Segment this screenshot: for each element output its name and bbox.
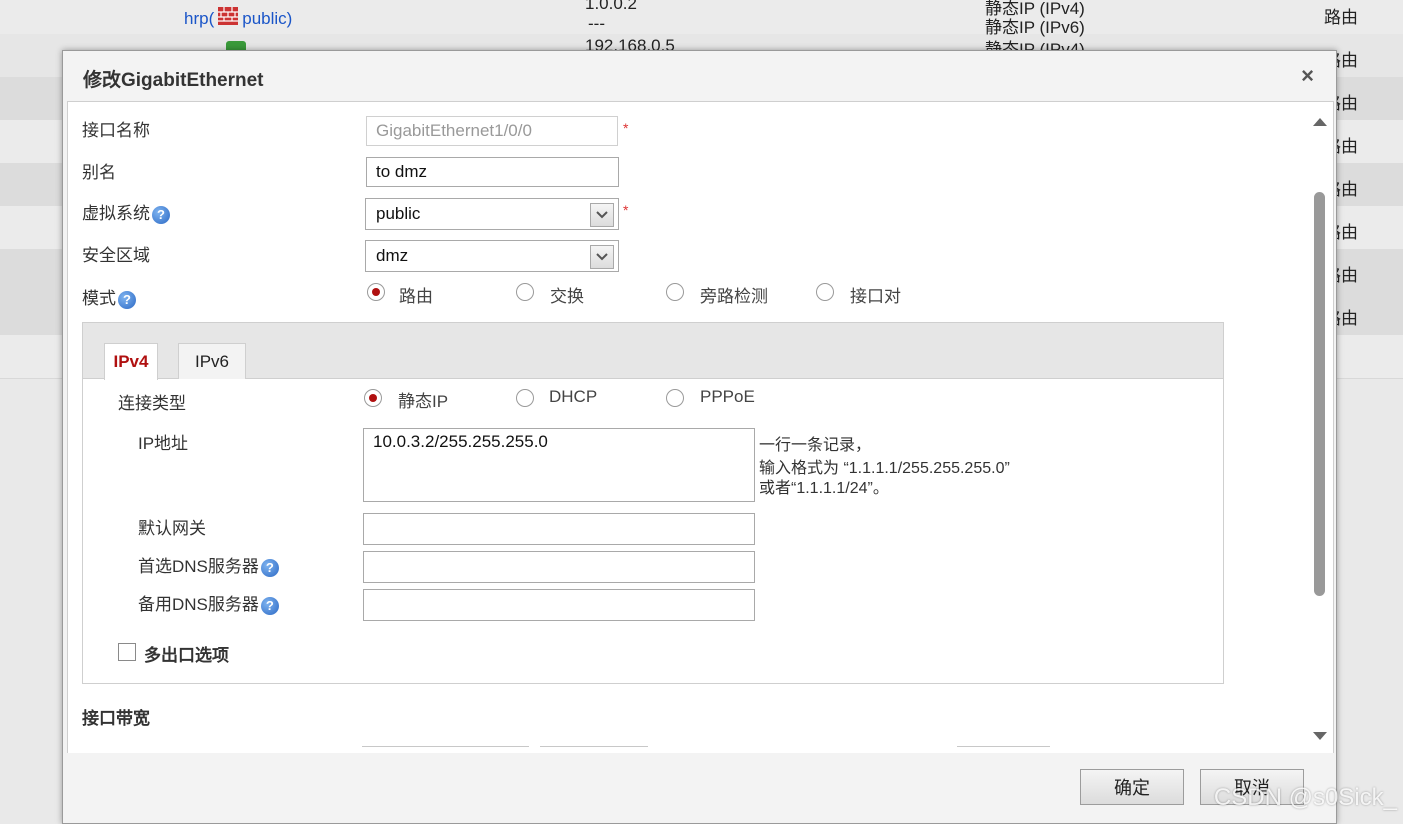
required-mark: * [623, 202, 629, 218]
conn-type-label: 连接类型 [118, 394, 186, 413]
vsys-select-value: public [376, 204, 421, 223]
dns2-field[interactable] [363, 589, 755, 621]
vsys-select[interactable]: public [365, 198, 619, 230]
ip-hint-line: 输入格式为 “1.1.1.1/255.255.255.0” [759, 460, 1010, 477]
gateway-label: 默认网关 [138, 519, 206, 538]
interface-link[interactable]: hrp( [184, 9, 214, 28]
mode-radio-switch[interactable] [516, 283, 534, 301]
zone-select[interactable]: dmz [365, 240, 619, 272]
mode-label: 模式? [82, 284, 136, 309]
bandwidth-input-edge [362, 746, 529, 747]
dns1-field[interactable] [363, 551, 755, 583]
mode-option-route[interactable]: 路由 [399, 282, 433, 307]
ok-button[interactable]: 确定 [1080, 769, 1184, 805]
bandwidth-section-title: 接口带宽 [82, 709, 150, 728]
scrollbar-thumb[interactable] [1314, 192, 1325, 596]
ip-config-panel: IPv4 IPv6 连接类型 静态IP DHCP PPPoE IP地址 10.0… [82, 322, 1224, 684]
scroll-down-icon[interactable] [1313, 732, 1327, 740]
dns1-label: 首选DNS服务器? [138, 552, 279, 577]
watermark: CSDN @s0Sick_ [1213, 784, 1397, 811]
chevron-down-icon[interactable] [590, 203, 614, 227]
mode-radio-bypass[interactable] [666, 283, 684, 301]
tab-bar: IPv4 IPv6 [83, 323, 1223, 380]
tab-ipv6[interactable]: IPv6 [178, 343, 246, 379]
conn-option-pppoe[interactable]: PPPoE [700, 387, 755, 407]
help-icon[interactable]: ? [260, 596, 279, 615]
dialog-body: 接口名称 * 别名 虚拟系统? public * 安全区域 dmz 模式? 路由… [67, 101, 1334, 755]
help-icon[interactable]: ? [260, 558, 279, 577]
interface-name-field [366, 116, 618, 146]
mode-radio-pair[interactable] [816, 283, 834, 301]
dns2-label: 备用DNS服务器? [138, 590, 279, 615]
row-interface-name[interactable]: hrp( public) [184, 6, 292, 29]
conn-radio-static[interactable] [364, 389, 382, 407]
ip-hint-line: 或者“1.1.1.1/24”。 [759, 480, 889, 497]
help-icon[interactable]: ? [152, 205, 170, 224]
conn-option-dhcp[interactable]: DHCP [549, 387, 597, 407]
dialog-footer: 确定 取消 [63, 753, 1336, 823]
multi-exit-checkbox[interactable] [118, 643, 136, 661]
conn-radio-pppoe[interactable] [666, 389, 684, 407]
tab-ipv4[interactable]: IPv4 [104, 343, 158, 380]
close-icon[interactable]: × [1301, 63, 1314, 89]
dns1-label-text: 首选DNS服务器 [138, 557, 259, 576]
mode-label-text: 模式 [82, 289, 116, 308]
mode-radio-route[interactable] [367, 283, 385, 301]
interface-name-label: 接口名称 [82, 121, 150, 140]
multi-exit-label[interactable]: 多出口选项 [144, 641, 229, 666]
mode-option-pair[interactable]: 接口对 [850, 282, 901, 307]
edit-interface-dialog: 修改GigabitEthernet × 接口名称 * 别名 虚拟系统? publ… [62, 50, 1337, 824]
bandwidth-input-edge [540, 746, 648, 747]
vsys-label-text: 虚拟系统 [82, 204, 150, 223]
gateway-field[interactable] [363, 513, 755, 545]
firewall-icon [218, 7, 239, 25]
row-ip: 1.0.0.2 [585, 0, 637, 13]
ip-address-label: IP地址 [138, 434, 189, 453]
row-mode: 路由 [1324, 8, 1358, 27]
scroll-up-icon[interactable] [1313, 118, 1327, 126]
zone-label: 安全区域 [82, 246, 150, 265]
dialog-header[interactable]: 修改GigabitEthernet × [63, 51, 1336, 101]
chevron-down-icon[interactable] [590, 245, 614, 269]
mode-option-bypass[interactable]: 旁路检测 [700, 282, 768, 307]
mode-option-switch[interactable]: 交换 [550, 282, 584, 307]
conn-radio-dhcp[interactable] [516, 389, 534, 407]
help-icon[interactable]: ? [118, 290, 136, 309]
dns2-label-text: 备用DNS服务器 [138, 595, 259, 614]
bandwidth-input-edge [957, 746, 1050, 747]
vsys-link[interactable]: public) [242, 9, 292, 28]
alias-field[interactable] [366, 157, 619, 187]
alias-label: 别名 [82, 163, 116, 182]
vsys-label: 虚拟系统? [82, 199, 170, 224]
zone-select-value: dmz [376, 246, 409, 265]
required-mark: * [623, 120, 629, 136]
dialog-title: 修改GigabitEthernet [83, 70, 264, 91]
row-ip-v6: --- [588, 14, 605, 33]
ip-address-textarea[interactable]: 10.0.3.2/255.255.255.0 [363, 428, 755, 502]
ip-hint-line: 一行一条记录， [759, 437, 872, 454]
conn-option-static[interactable]: 静态IP [398, 387, 448, 412]
